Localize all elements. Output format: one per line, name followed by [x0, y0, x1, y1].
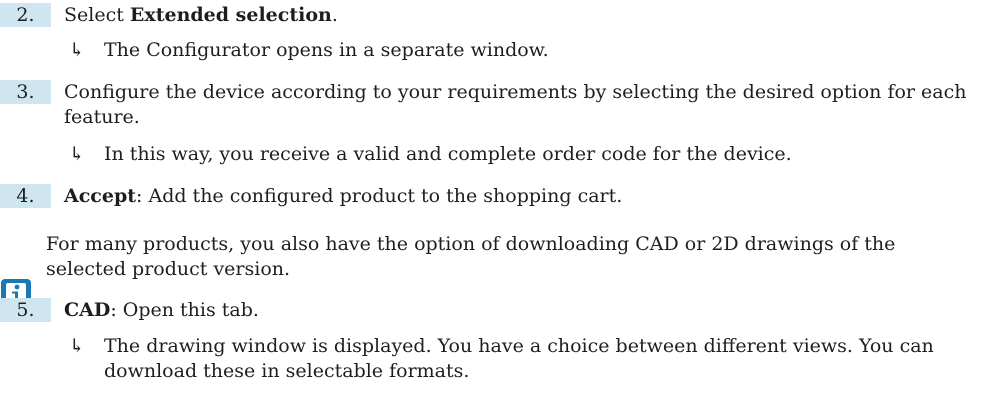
step-instruction-line1: Configure the device according to your r… [64, 81, 967, 103]
step-number-badge: 5. [0, 298, 51, 322]
step-number-badge: 2. [0, 3, 51, 27]
result-arrow-icon: ↳ [69, 39, 85, 61]
step-instruction: CAD: Open this tab. [64, 298, 259, 323]
step-prefix: Select [64, 4, 130, 26]
step-suffix: . [331, 4, 338, 26]
result-arrow-icon: ↳ [69, 335, 85, 357]
step-number-badge: 4. [0, 184, 51, 208]
step-rest: : Add the configured product to the shop… [136, 185, 623, 207]
step-number-badge: 3. [0, 80, 51, 104]
step-result-line1: The drawing window is displayed. You hav… [104, 335, 934, 357]
step-instruction-line2: feature. [64, 106, 140, 128]
step-rest: : Open this tab. [110, 299, 259, 321]
step-bold-term: Extended selection [129, 4, 332, 26]
step-result: The Configurator opens in a separate win… [104, 39, 549, 61]
note-line1: For many products, you also have the opt… [46, 233, 896, 255]
step-bold-term: Accept [64, 185, 137, 207]
result-arrow-icon: ↳ [69, 143, 85, 165]
step-result-line2: download these in selectable formats. [104, 360, 470, 382]
step-result: In this way, you receive a valid and com… [104, 143, 792, 165]
step-instruction: Accept: Add the configured product to th… [64, 184, 622, 209]
step-instruction: Select Extended selection. [64, 3, 338, 28]
note-line2: selected product version. [46, 258, 291, 280]
step-bold-term: CAD [64, 299, 111, 321]
